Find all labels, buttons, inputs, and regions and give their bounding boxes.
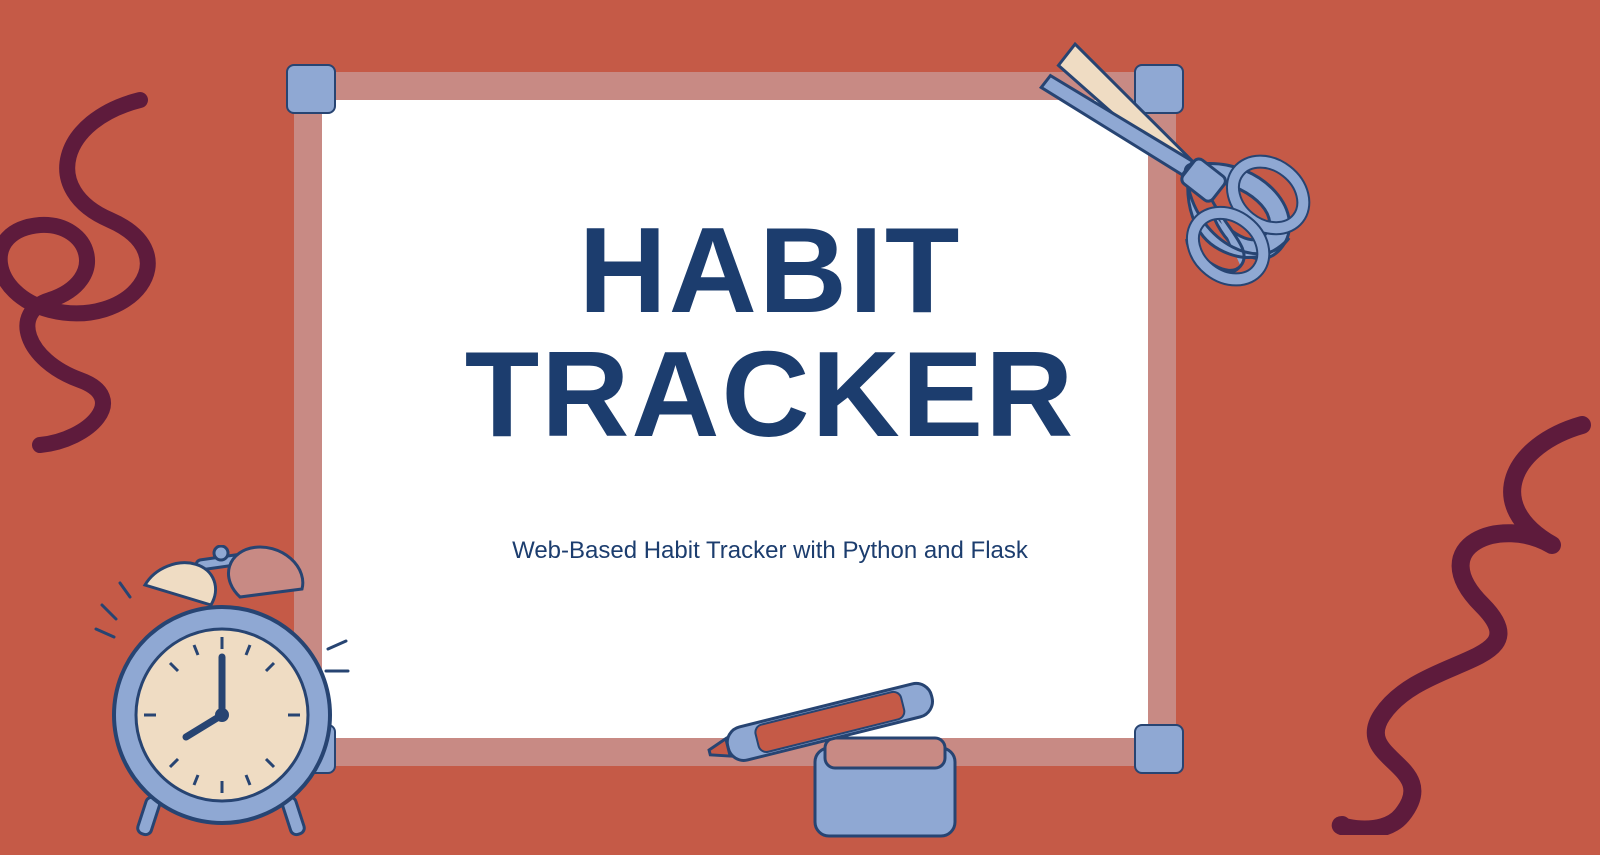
alarm-clock-icon (90, 545, 370, 850)
marker-icon (700, 670, 1020, 855)
frame-corner (286, 64, 336, 114)
page-subtitle: Web-Based Habit Tracker with Python and … (430, 537, 1110, 565)
page-title-line2: TRACKER (430, 332, 1110, 456)
squiggle-icon (1252, 405, 1592, 840)
frame-corner (1134, 724, 1184, 774)
squiggle-icon (0, 80, 250, 465)
scissors-icon (1000, 0, 1340, 325)
